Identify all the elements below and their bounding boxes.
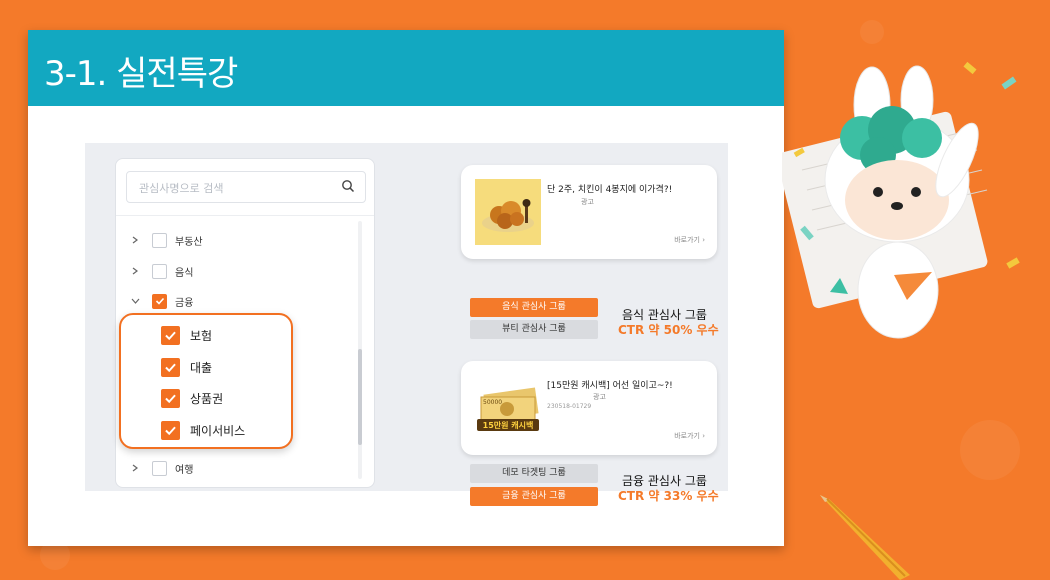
- group-button-finance-interest[interactable]: 금융 관심사 그룹: [470, 487, 598, 506]
- subcategory-row-payservice[interactable]: 페이서비스: [161, 418, 245, 442]
- result-ctr: CTR 약 50% 우수: [618, 323, 719, 337]
- checkbox-checked[interactable]: [161, 325, 180, 345]
- check-icon: [165, 331, 176, 340]
- scroll-thumb[interactable]: [358, 349, 362, 445]
- money-icon: [477, 387, 539, 431]
- chevron-right-icon[interactable]: [128, 264, 142, 278]
- category-label: 부동산: [175, 236, 203, 248]
- ad-badge: 광고: [593, 393, 606, 401]
- group-button-beauty-interest[interactable]: 뷰티 관심사 그룹: [470, 320, 598, 339]
- check-icon: [165, 363, 176, 372]
- demo-panel: 부동산 음식 금융: [85, 143, 728, 506]
- slide-title: 3-1. 실전특강: [44, 54, 238, 94]
- ad-card-chicken[interactable]: 단 2주, 치킨이 4봉지에 이가격?! 광고 바로가기 ›: [461, 165, 717, 259]
- checkbox-checked[interactable]: [161, 357, 180, 377]
- subcategory-row-giftcard[interactable]: 상품권: [161, 386, 223, 410]
- slide: 3-1. 실전특강 부동산: [28, 30, 784, 546]
- checkbox[interactable]: [152, 263, 167, 279]
- subcategory-label: 보험: [190, 328, 213, 343]
- ad-headline: [15만원 캐시백] 어선 일이고~?!: [547, 381, 673, 391]
- check-icon: [165, 426, 176, 435]
- checkbox-checked[interactable]: [152, 293, 167, 309]
- checkbox-checked[interactable]: [161, 388, 180, 408]
- checkbox[interactable]: [152, 232, 167, 248]
- ad-code: 230518-01729: [547, 403, 592, 410]
- slide-header: 3-1. 실전특강: [28, 30, 784, 106]
- subcategory-label: 페이서비스: [190, 423, 246, 438]
- check-icon: [165, 394, 176, 403]
- cashback-thumbnail: 50000 15만원 캐시백: [475, 375, 541, 441]
- chevron-right-icon[interactable]: [128, 233, 142, 247]
- subcategory-label: 상품권: [190, 391, 224, 406]
- checkbox[interactable]: [152, 460, 167, 476]
- chicken-icon: [482, 199, 534, 232]
- ad-headline: 단 2주, 치킨이 4봉지에 이가격?!: [547, 185, 673, 195]
- search-box[interactable]: [126, 171, 366, 204]
- rabbit-mascot-icon: [782, 61, 1020, 339]
- divider: [116, 215, 374, 216]
- chevron-down-icon[interactable]: [128, 294, 142, 308]
- ad-badge: 광고: [581, 198, 594, 206]
- checkbox-checked[interactable]: [161, 420, 180, 440]
- ad-link[interactable]: 바로가기 ›: [674, 235, 705, 245]
- search-input[interactable]: [137, 172, 341, 204]
- category-row-finance[interactable]: 금융: [128, 290, 193, 312]
- subcategory-row-insurance[interactable]: 보험: [161, 323, 212, 347]
- cash-label: 15만원 캐시백: [482, 421, 534, 430]
- result-ctr: CTR 약 33% 우수: [618, 489, 719, 503]
- chevron-right-icon[interactable]: [128, 461, 142, 475]
- subcategory-highlight: 보험 대출 상품권 페이서비스: [119, 313, 293, 449]
- category-label: 음식: [175, 267, 194, 279]
- group-button-demo-targeting[interactable]: 데모 타겟팅 그룹: [470, 464, 598, 483]
- pencil-icon: [820, 495, 910, 580]
- scrollbar[interactable]: [358, 221, 362, 479]
- ad-link[interactable]: 바로가기 ›: [674, 431, 705, 441]
- check-icon: [155, 297, 164, 305]
- category-label: 금융: [175, 297, 194, 309]
- group-button-food-interest[interactable]: 음식 관심사 그룹: [470, 298, 598, 317]
- category-row-realestate[interactable]: 부동산: [128, 229, 203, 251]
- category-row-food[interactable]: 음식: [128, 260, 193, 282]
- interest-filter-panel: 부동산 음식 금융: [115, 158, 375, 488]
- subcategory-label: 대출: [190, 360, 213, 375]
- cash-amount: 50000: [483, 399, 503, 406]
- chicken-thumbnail: [475, 179, 541, 245]
- category-row-travel[interactable]: 여행: [128, 457, 193, 479]
- ad-card-cashback[interactable]: 50000 15만원 캐시백 [15만원 캐시백] 어선 일이고~?! 광고 2…: [461, 361, 717, 455]
- search-icon[interactable]: [341, 179, 355, 193]
- subcategory-row-loan[interactable]: 대출: [161, 355, 212, 379]
- category-label: 여행: [175, 464, 194, 476]
